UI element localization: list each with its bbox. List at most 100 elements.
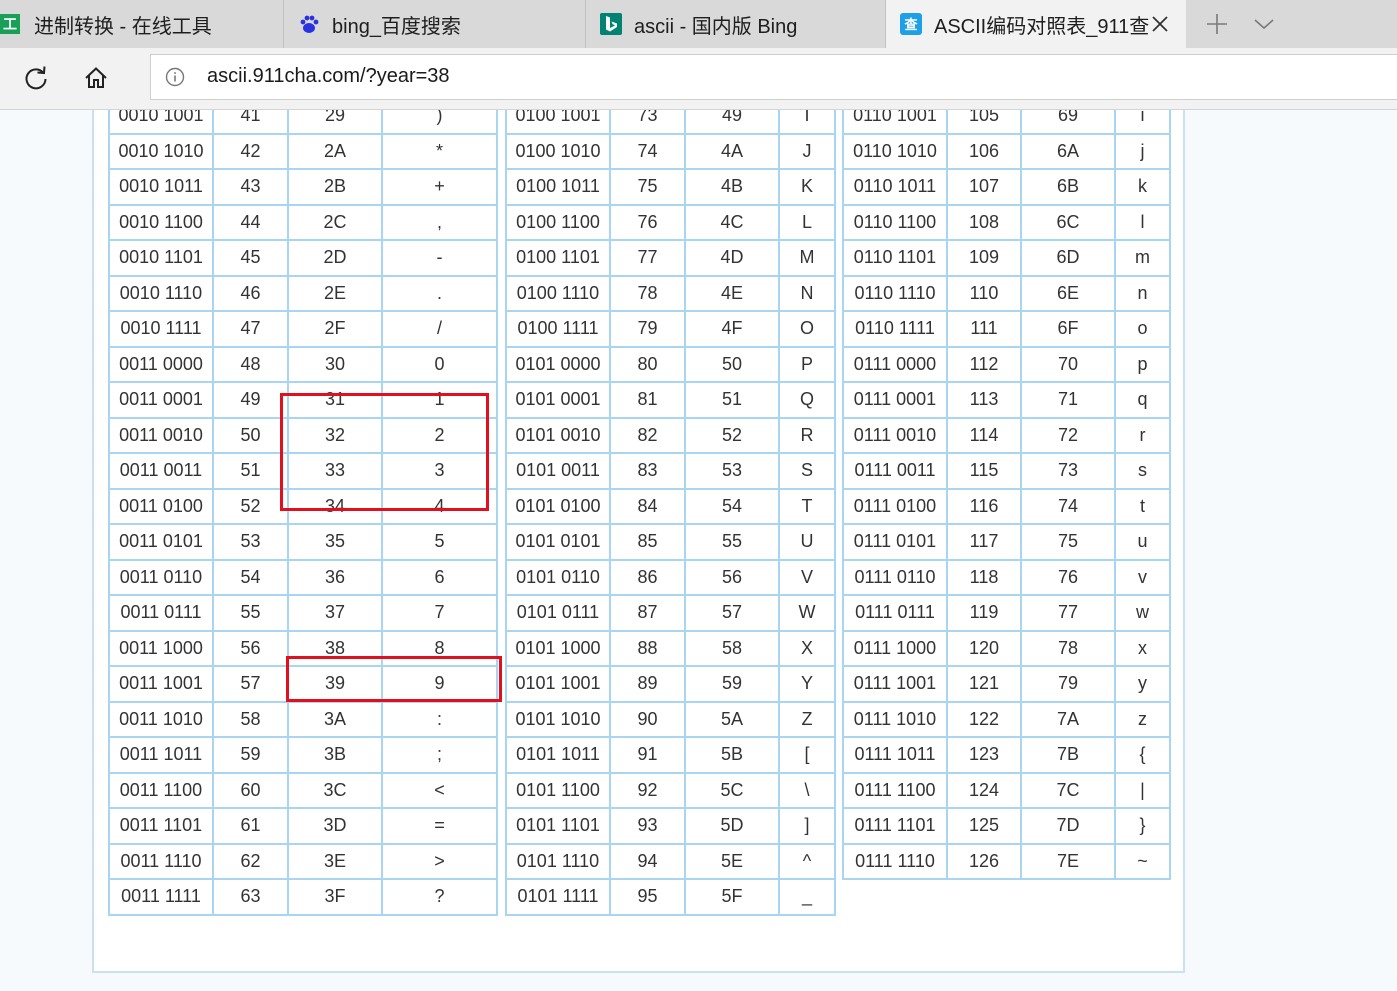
char-cell: Y <box>780 667 836 703</box>
table-row: 0011 1000 56 38 8 <box>110 631 498 667</box>
hex-cell: 6B <box>1022 170 1116 206</box>
site-info-icon[interactable] <box>165 67 185 87</box>
table-row: 0011 0100 52 34 4 <box>110 489 498 525</box>
tab-title: 进制转换 - 在线工具 <box>34 15 212 38</box>
table-row: 0100 1111 79 4F O <box>507 312 836 348</box>
decimal-cell: 112 <box>948 347 1022 383</box>
tab-ascii-table-active[interactable]: 查 ASCII编码对照表_911查 <box>886 0 1186 48</box>
hex-cell: 4E <box>686 276 780 312</box>
table-row: 0011 1110 62 3E > <box>110 844 498 880</box>
hex-cell: 5B <box>686 738 780 774</box>
table-row: 0111 1100 124 7C | <box>844 773 1171 809</box>
binary-cell: 0110 1101 <box>844 241 948 277</box>
hex-cell: 51 <box>686 383 780 419</box>
table-row: 0011 1101 61 3D = <box>110 809 498 845</box>
binary-cell: 0011 0111 <box>110 596 214 632</box>
table-row: 0011 0001 49 31 1 <box>110 383 498 419</box>
hex-cell: 30 <box>289 347 383 383</box>
binary-cell: 0111 0100 <box>844 489 948 525</box>
decimal-cell: 117 <box>948 525 1022 561</box>
table-row: 0100 1100 76 4C L <box>507 205 836 241</box>
decimal-cell: 92 <box>611 773 686 809</box>
binary-cell: 0011 0110 <box>110 560 214 596</box>
table-row: 0011 0110 54 36 6 <box>110 560 498 596</box>
char-cell: / <box>383 312 498 348</box>
hex-cell: 4B <box>686 170 780 206</box>
home-icon[interactable] <box>80 62 112 94</box>
hex-cell: 5A <box>686 702 780 738</box>
char-cell: ) <box>383 110 498 135</box>
close-tab-icon[interactable] <box>1148 12 1172 36</box>
char-cell: l <box>1116 205 1171 241</box>
table-row: 0111 1011 123 7B{ <box>844 738 1171 774</box>
char-cell: * <box>383 134 498 170</box>
decimal-cell: 78 <box>611 276 686 312</box>
tab-list-chevron-down-icon[interactable] <box>1250 10 1278 38</box>
char-cell: N <box>780 276 836 312</box>
decimal-cell: 79 <box>611 312 686 348</box>
decimal-cell: 42 <box>214 134 289 170</box>
hex-cell: 3E <box>289 844 383 880</box>
binary-cell: 0011 1111 <box>110 880 214 916</box>
table-row: 0100 1101 77 4D M <box>507 241 836 277</box>
decimal-cell: 118 <box>948 560 1022 596</box>
char-cell: y <box>1116 667 1171 703</box>
char-cell: S <box>780 454 836 490</box>
table-row: 0111 1001 121 79 y <box>844 667 1171 703</box>
binary-cell: 0111 0111 <box>844 596 948 632</box>
binary-cell: 0100 1011 <box>507 170 611 206</box>
baidu-paw-icon <box>298 13 320 35</box>
address-bar[interactable]: ascii.911cha.com/?year=38 <box>150 54 1397 100</box>
table-row: 0101 1111 95 5F _ <box>507 880 836 916</box>
binary-cell: 0111 1011 <box>844 738 948 774</box>
char-cell: K <box>780 170 836 206</box>
decimal-cell: 52 <box>214 489 289 525</box>
ascii-table-block-3: 0110 1001 105 69 i 0110 1010 106 6A j 0110 1011 1… <box>842 110 1171 880</box>
hex-cell: 3B <box>289 738 383 774</box>
hex-cell: 7A <box>1022 702 1116 738</box>
hex-cell: 32 <box>289 418 383 454</box>
hex-cell: 33 <box>289 454 383 490</box>
table-row: 0011 1100 60 3C < <box>110 773 498 809</box>
hex-cell: 5D <box>686 809 780 845</box>
binary-cell: 0111 1000 <box>844 631 948 667</box>
char-cell: 1 <box>383 383 498 419</box>
decimal-cell: 87 <box>611 596 686 632</box>
table-row: 0110 1010 106 6A j <box>844 134 1171 170</box>
char-cell: , <box>383 205 498 241</box>
char-cell: j <box>1116 134 1171 170</box>
hex-cell: 4D <box>686 241 780 277</box>
decimal-cell: 63 <box>214 880 289 916</box>
decimal-cell: 75 <box>611 170 686 206</box>
char-cell: R <box>780 418 836 454</box>
decimal-cell: 51 <box>214 454 289 490</box>
char-cell: : <box>383 702 498 738</box>
new-tab-plus-icon[interactable] <box>1200 7 1234 41</box>
char-cell: m <box>1116 241 1171 277</box>
decimal-cell: 41 <box>214 110 289 135</box>
table-row: 0110 1110 110 6E n <box>844 276 1171 312</box>
hex-cell: 70 <box>1022 347 1116 383</box>
hex-cell: 50 <box>686 347 780 383</box>
decimal-cell: 60 <box>214 773 289 809</box>
hex-cell: 38 <box>289 631 383 667</box>
binary-cell: 0100 1100 <box>507 205 611 241</box>
tab-bar: 工 进制转换 - 在线工具 bing_百度搜索 ascii - 国内版 Bing… <box>0 0 1397 48</box>
tab-radix-converter[interactable]: 工 进制转换 - 在线工具 <box>0 0 284 48</box>
table-row: 0010 1101 45 2D - <box>110 241 498 277</box>
hex-cell: 49 <box>686 110 780 135</box>
tab-title: ASCII编码对照表_911查 <box>934 15 1150 38</box>
hex-cell: 2E <box>289 276 383 312</box>
tab-bing-search[interactable]: ascii - 国内版 Bing <box>586 0 886 48</box>
hex-cell: 29 <box>289 110 383 135</box>
refresh-icon[interactable] <box>20 62 52 94</box>
char-cell: ^ <box>780 844 836 880</box>
table-row: 0101 1101 93 5D] <box>507 809 836 845</box>
char-cell: 7 <box>383 596 498 632</box>
binary-cell: 0011 0000 <box>110 347 214 383</box>
binary-cell: 0111 1001 <box>844 667 948 703</box>
tab-baidu-search[interactable]: bing_百度搜索 <box>284 0 586 48</box>
table-row: 0010 1110 46 2E. <box>110 276 498 312</box>
table-row: 0111 0101 117 75 u <box>844 525 1171 561</box>
char-cell: > <box>383 844 498 880</box>
